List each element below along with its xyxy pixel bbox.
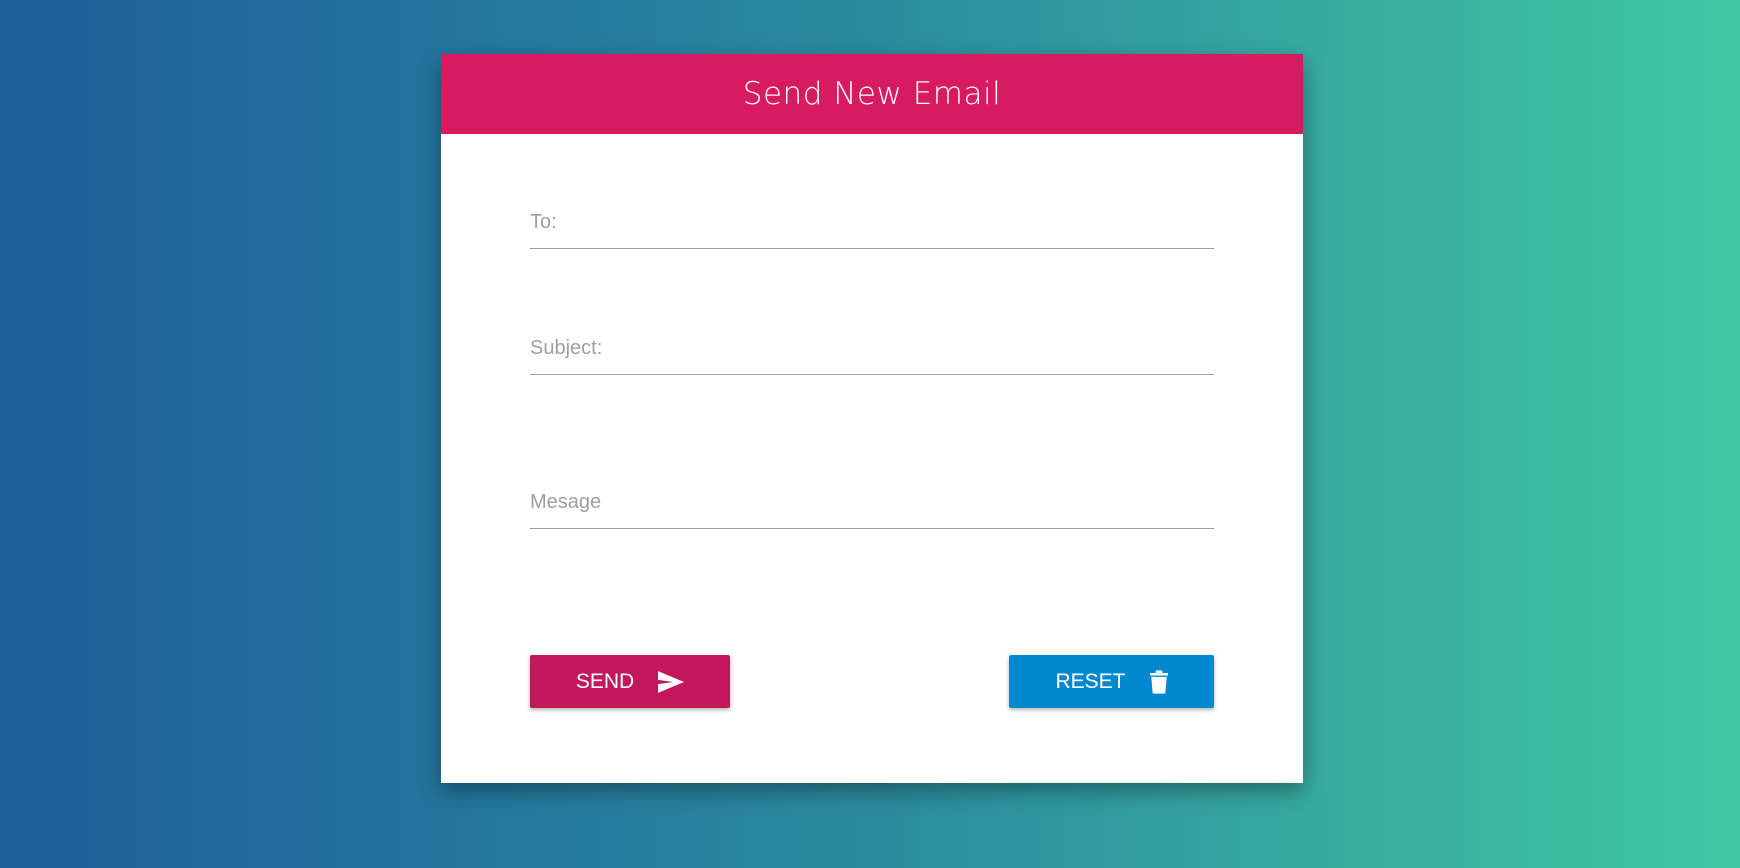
send-button[interactable]: SEND <box>530 655 730 708</box>
subject-field-wrapper <box>530 337 1214 375</box>
subject-input[interactable] <box>530 337 1214 374</box>
to-input[interactable] <box>530 211 1214 248</box>
to-field-wrapper <box>530 211 1214 249</box>
message-field-wrapper <box>530 491 1214 529</box>
card-header: Send New Email <box>441 54 1303 134</box>
reset-label: RESET <box>1055 669 1126 693</box>
send-label: SEND <box>575 669 635 693</box>
reset-button[interactable]: RESET <box>1009 655 1214 708</box>
page-title: Send New Email <box>742 76 1002 112</box>
trash-icon <box>1149 669 1168 694</box>
message-input[interactable] <box>530 491 1214 528</box>
email-card: Send New Email SEND RESET <box>441 54 1303 783</box>
send-icon <box>658 670 685 693</box>
